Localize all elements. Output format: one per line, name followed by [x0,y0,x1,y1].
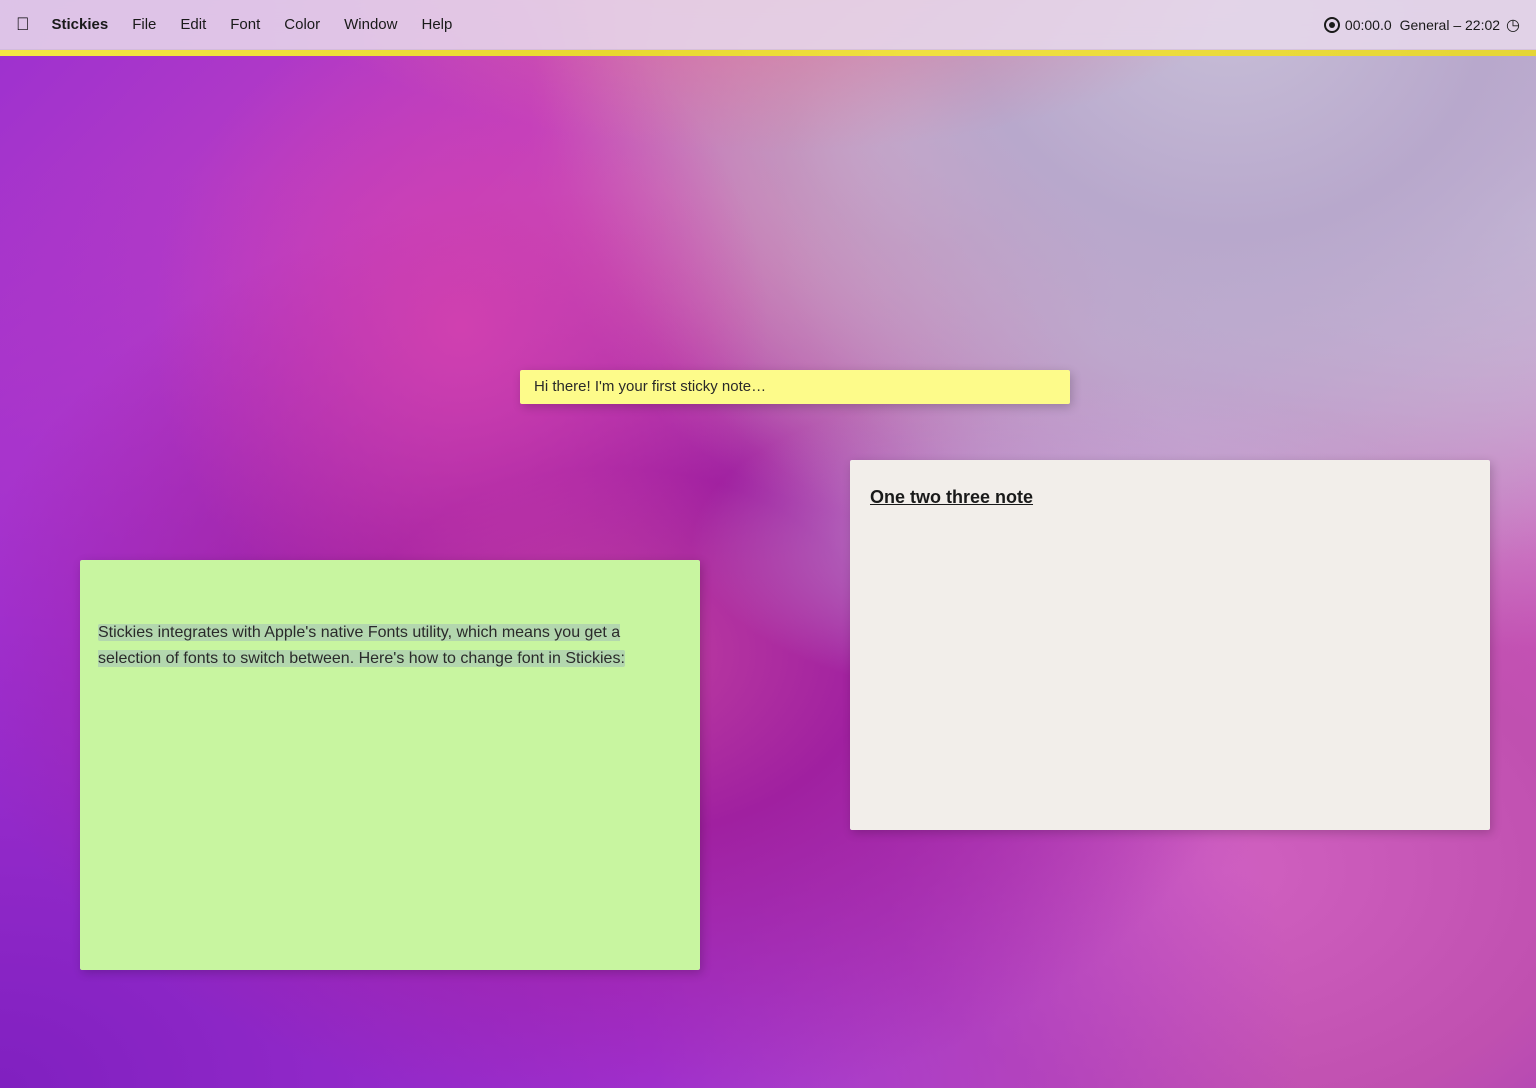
edit-menu[interactable]: Edit [170,12,216,37]
record-icon [1324,17,1340,33]
help-menu[interactable]: Help [411,12,462,37]
file-menu[interactable]: File [122,12,166,37]
accent-bar [0,50,1536,56]
sticky-green-selected-text: Stickies integrates with Apple's native … [98,624,625,667]
apple-menu[interactable]:  [16,14,30,35]
record-indicator: 00:00.0 [1324,17,1392,33]
record-timer: 00:00.0 [1345,17,1392,33]
font-menu[interactable]: Font [220,12,270,37]
clock-icon: ◷ [1506,15,1520,35]
sticky-note-yellow[interactable]: Hi there! I'm your first sticky note… [520,370,1070,404]
menubar-left:  Stickies File Edit Font Color Window H… [16,12,1324,37]
clock-label: General – 22:02 [1400,17,1500,33]
window-menu[interactable]: Window [334,12,407,37]
menubar-right: 00:00.0 General – 22:02 ◷ [1324,15,1520,35]
sticky-yellow-text: Hi there! I'm your first sticky note… [534,376,766,399]
sticky-white-title: One two three note [870,484,1470,511]
sticky-note-green[interactable]: Stickies integrates with Apple's native … [80,560,700,970]
color-menu[interactable]: Color [274,12,330,37]
menubar-clock: General – 22:02 ◷ [1400,15,1520,35]
sticky-note-white[interactable]: One two three note [850,460,1490,830]
sticky-green-text: Stickies integrates with Apple's native … [98,624,625,667]
app-name[interactable]: Stickies [42,12,119,37]
menubar:  Stickies File Edit Font Color Window H… [0,0,1536,50]
